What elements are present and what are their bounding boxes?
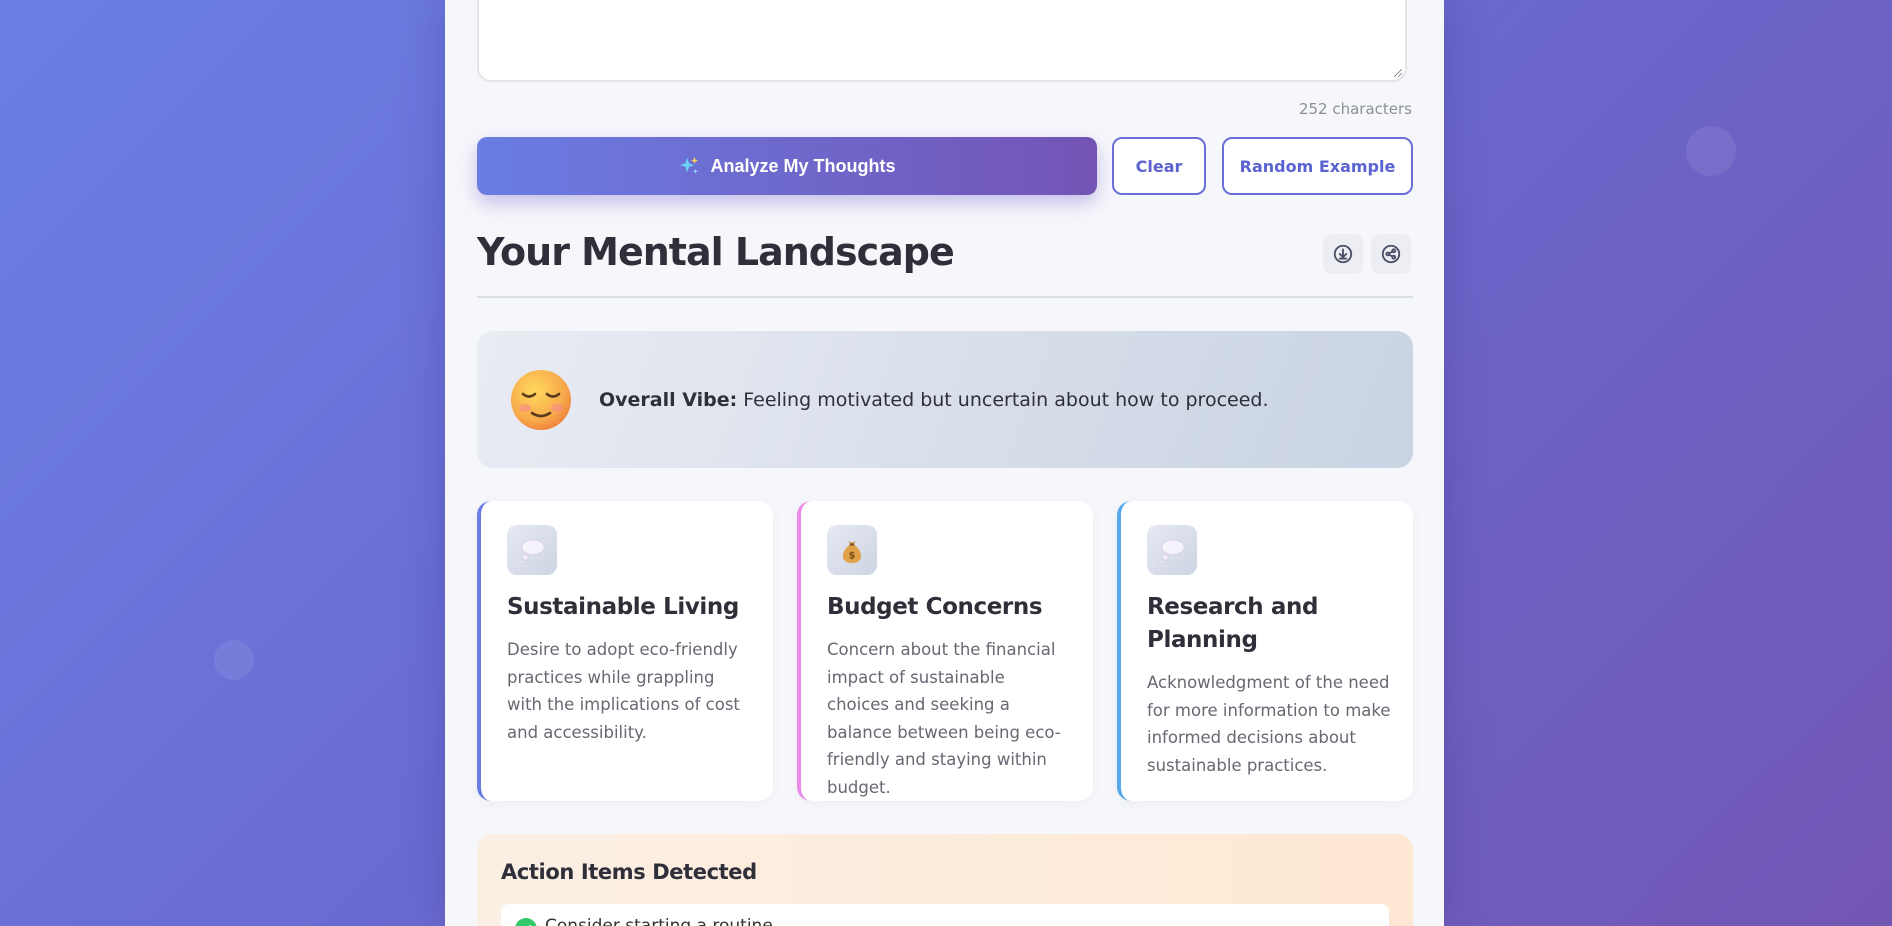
theme-card: $ Budget Concerns Concern about the fina… xyxy=(797,501,1093,801)
action-items-section: Action Items Detected Consider starting … xyxy=(477,834,1413,926)
card-description: Desire to adopt eco-friendly practices w… xyxy=(507,640,740,742)
character-count: 252 characters xyxy=(1298,100,1412,118)
overall-vibe-value: Feeling motivated but uncertain about ho… xyxy=(743,388,1269,411)
money-bag-icon: $ xyxy=(842,540,862,564)
card-icon-box xyxy=(507,525,557,575)
random-example-button-label: Random Example xyxy=(1239,156,1396,176)
thought-bubble-icon xyxy=(519,539,545,564)
analyze-button-label: Analyze My Thoughts xyxy=(710,155,896,176)
action-items-title: Action Items Detected xyxy=(501,860,757,884)
card-description: Acknowledgment of the need for more info… xyxy=(1147,673,1391,775)
thought-bubble-icon xyxy=(1159,539,1185,564)
card-title: Sustainable Living xyxy=(507,594,739,620)
share-icon xyxy=(1381,244,1401,264)
results-title: Your Mental Landscape xyxy=(477,230,955,274)
card-title: Budget Concerns xyxy=(827,594,1043,620)
download-button[interactable] xyxy=(1323,234,1363,274)
decorative-bubble xyxy=(214,640,254,680)
sparkles-icon xyxy=(680,156,699,174)
random-example-button[interactable]: Random Example xyxy=(1222,137,1413,195)
clear-button[interactable]: Clear xyxy=(1112,137,1206,195)
download-icon xyxy=(1333,244,1353,264)
overall-vibe-label: Overall Vibe: xyxy=(599,388,738,411)
share-button[interactable] xyxy=(1371,234,1411,274)
analyze-button[interactable]: Analyze My Thoughts xyxy=(477,137,1097,195)
svg-text:$: $ xyxy=(849,550,856,561)
check-icon xyxy=(515,918,537,926)
section-divider xyxy=(477,296,1413,298)
main-panel: 252 characters Analyze My Thoughts Clear… xyxy=(445,0,1444,926)
card-title: Research and Planning xyxy=(1147,594,1319,653)
theme-card: Research and Planning Acknowledgment of … xyxy=(1117,501,1413,801)
clear-button-label: Clear xyxy=(1135,156,1183,176)
action-item-text: Consider starting a routine xyxy=(545,916,773,926)
decorative-bubble xyxy=(1686,126,1736,176)
theme-card: Sustainable Living Desire to adopt eco-f… xyxy=(477,501,773,801)
action-item[interactable]: Consider starting a routine xyxy=(501,904,1389,926)
resize-handle[interactable] xyxy=(1394,69,1402,77)
overall-vibe-text: Overall Vibe: Feeling motivated but uncer… xyxy=(599,389,1269,411)
relieved-face-emoji xyxy=(511,369,571,430)
overall-vibe-card: Overall Vibe: Feeling motivated but uncer… xyxy=(477,331,1413,468)
card-icon-box: $ xyxy=(827,525,877,575)
card-description: Concern about the financial impact of su… xyxy=(827,640,1061,797)
card-icon-box xyxy=(1147,525,1197,575)
thoughts-textarea[interactable] xyxy=(477,0,1407,82)
